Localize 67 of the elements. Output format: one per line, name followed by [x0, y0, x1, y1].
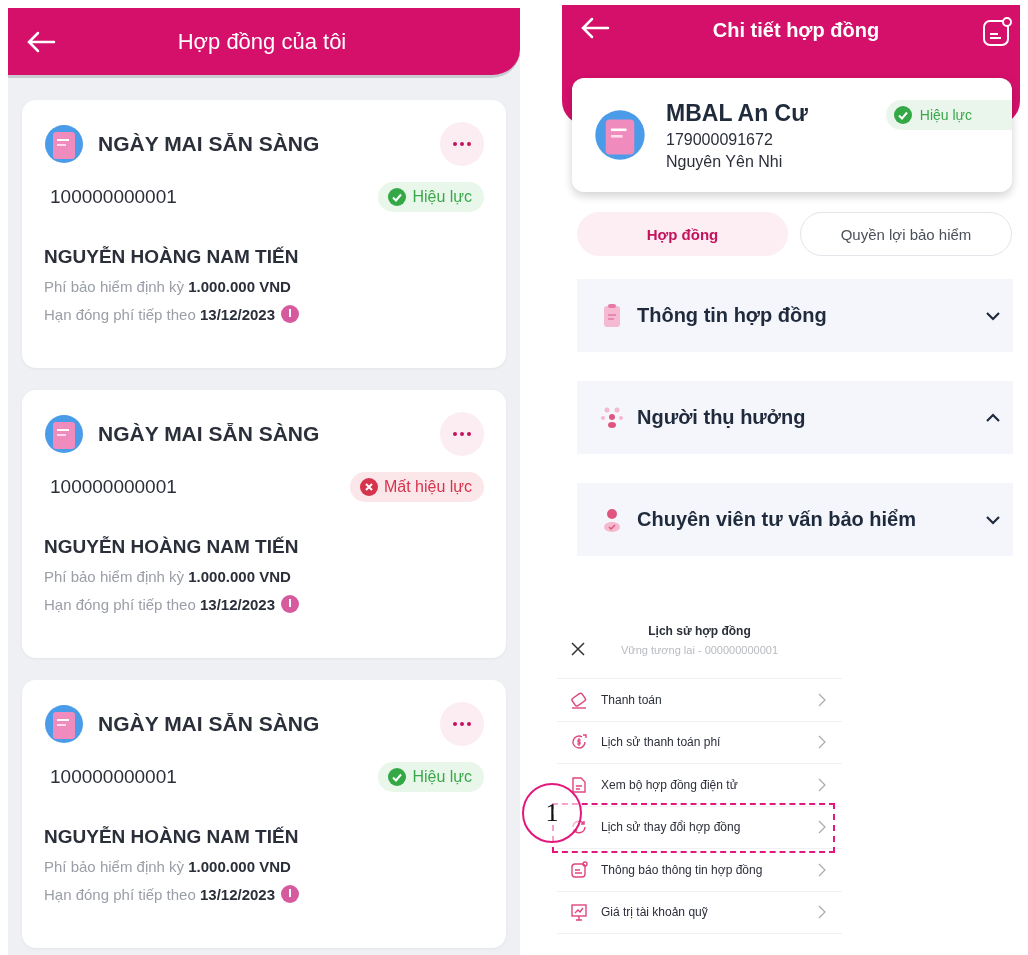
accordion-header[interactable]: Người thụ hưởng: [577, 381, 1013, 454]
holder-name: NGUYỄN HOÀNG NAM TIẾN: [44, 536, 300, 558]
more-icon: [453, 722, 471, 726]
holder-name: NGUYỄN HOÀNG NAM TIẾN: [44, 826, 300, 848]
contract-number: 100000000001: [50, 476, 177, 498]
status-badge: Hiệu lực: [885, 100, 1012, 130]
more-icon: [453, 142, 471, 146]
dollar-cycle-icon: [570, 733, 588, 752]
check-circle-icon: [893, 106, 912, 124]
back-arrow-icon[interactable]: [580, 17, 610, 39]
tab[interactable]: Quyền lợi bảo hiểm: [800, 212, 1012, 256]
accordion-header[interactable]: Thông tin hợp đồng: [577, 279, 1013, 352]
contract-card[interactable]: NGÀY MAI SẴN SÀNG 100000000001 Hiệu lực NGUYỄN HOÀNG NAM TIẾN Phí bảo hiểm định kỳ 1.000.000 VND Hạn đóng phí tiếp theo 13/12/2023: [22, 100, 506, 368]
accordion-header[interactable]: Chuyên viên tư vấn bảo hiểm: [577, 483, 1013, 556]
status-badge: Mất hiệu lực: [349, 472, 484, 502]
info-icon[interactable]: [281, 885, 300, 903]
screen-title: Chi tiết hợp đồng: [711, 18, 881, 42]
contract-card[interactable]: NGÀY MAI SẴN SÀNG 100000000001 Hiệu lực NGUYỄN HOÀNG NAM TIẾN Phí bảo hiểm định kỳ 1.000.000 VND Hạn đóng phí tiếp theo 13/12/2023: [22, 680, 506, 948]
premium-text: Phí bảo hiểm định kỳ 1.000.000 VND: [44, 858, 291, 875]
product-name: NGÀY MAI SẴN SÀNG: [98, 422, 321, 446]
premium-text: Phí bảo hiểm định kỳ 1.000.000 VND: [44, 278, 291, 295]
check-circle-icon: [388, 188, 407, 206]
document-icon: [570, 775, 588, 794]
check-circle-icon: [388, 768, 407, 786]
card-icon: [570, 690, 588, 709]
chevron-right-icon: [818, 820, 826, 835]
x-circle-icon: [359, 478, 378, 496]
info-icon[interactable]: [281, 595, 300, 613]
notification-icon: [570, 860, 588, 879]
document-icon: [44, 414, 84, 454]
document-icon: [594, 109, 646, 161]
back-arrow-icon[interactable]: [26, 30, 56, 53]
product-name: NGÀY MAI SẴN SÀNG: [98, 712, 321, 736]
more-button[interactable]: [440, 412, 484, 456]
product-name: NGÀY MAI SẴN SÀNG: [98, 132, 321, 156]
chevron-right-icon: [818, 905, 826, 920]
sheet-title: Lịch sử hợp đồng: [648, 624, 751, 638]
close-icon[interactable]: [571, 642, 585, 656]
chevron-right-icon: [818, 862, 826, 877]
contract-number: 100000000001: [50, 186, 177, 208]
contract-number: 100000000001: [50, 766, 177, 788]
annotation-marker: 1: [522, 782, 582, 843]
chevron-right-icon: [818, 777, 826, 792]
contract-number: 179000091672: [666, 130, 774, 149]
contract-card[interactable]: NGÀY MAI SẴN SÀNG 100000000001 Mất hiệu lực NGUYỄN HOÀNG NAM TIẾN Phí bảo hiểm định kỳ 1.000.000 VND Hạn đóng phí tiếp theo 13/12/2023: [22, 390, 506, 658]
due-date-text: Hạn đóng phí tiếp theo 13/12/2023: [44, 305, 276, 323]
chart-board-icon: [570, 903, 588, 922]
chevron-right-icon: [818, 692, 826, 707]
tab[interactable]: Hợp đồng: [577, 212, 788, 256]
more-button[interactable]: [440, 702, 484, 746]
screen-title: Hợp đồng của tôi: [176, 28, 348, 55]
document-icon: [44, 704, 84, 744]
chevron-right-icon: [818, 735, 826, 750]
holder-name: Nguyên Yên Nhi: [666, 152, 784, 171]
notification-icon[interactable]: [982, 17, 1012, 47]
product-name: MBAL An Cư: [666, 99, 809, 127]
status-badge: Hiệu lực: [378, 762, 484, 792]
more-icon: [453, 432, 471, 436]
holder-name: NGUYỄN HOÀNG NAM TIẾN: [44, 246, 300, 268]
more-button[interactable]: [440, 122, 484, 166]
info-icon[interactable]: [281, 305, 300, 323]
due-date-text: Hạn đóng phí tiếp theo 13/12/2023: [44, 595, 276, 613]
premium-text: Phí bảo hiểm định kỳ 1.000.000 VND: [44, 568, 291, 585]
due-date-text: Hạn đóng phí tiếp theo 13/12/2023: [44, 885, 276, 903]
sheet-subtitle: Vững tương lai - 000000000001: [620, 644, 779, 656]
status-badge: Hiệu lực: [378, 182, 484, 212]
document-icon: [44, 124, 84, 164]
